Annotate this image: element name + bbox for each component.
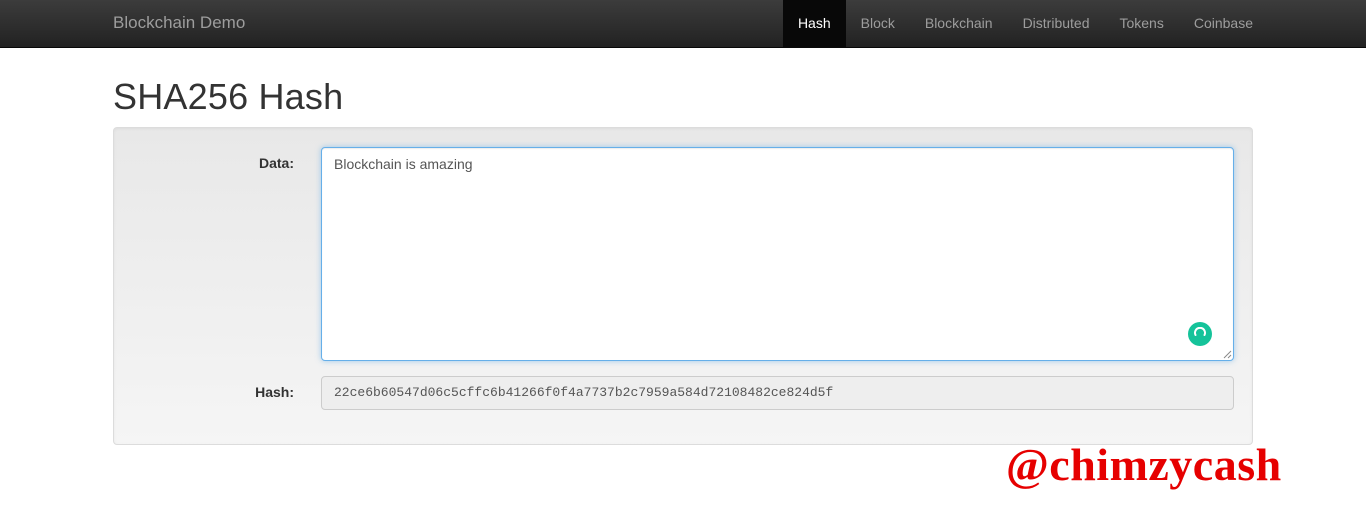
data-textarea[interactable]: Blockchain is amazing [321,147,1234,361]
grammarly-icon[interactable] [1188,322,1212,346]
hash-form-well: Data: Blockchain is amazing Hash: 22ce6b… [113,127,1253,445]
nav-item-hash[interactable]: Hash [782,0,846,48]
nav-menu: Hash Block Blockchain Distributed Tokens… [782,0,1268,48]
watermark-text: @chimzycash [1006,439,1282,490]
navbar: Blockchain Demo Hash Block Blockchain Di… [0,0,1366,48]
grammarly-spinner-icon [1194,327,1206,336]
data-label: Data: [258,155,294,171]
resize-handle-icon[interactable] [1222,349,1232,359]
nav-item-tokens[interactable]: Tokens [1104,0,1178,48]
nav-item-distributed[interactable]: Distributed [1008,0,1105,48]
nav-item-block[interactable]: Block [846,0,910,48]
hash-output-field[interactable]: 22ce6b60547d06c5cffc6b41266f0f4a7737b2c7… [321,376,1234,410]
brand-link[interactable]: Blockchain Demo [113,0,245,48]
page-title: SHA256 Hash [113,76,344,117]
nav-item-blockchain[interactable]: Blockchain [910,0,1008,48]
nav-item-coinbase[interactable]: Coinbase [1179,0,1268,48]
hash-label: Hash: [255,384,294,400]
